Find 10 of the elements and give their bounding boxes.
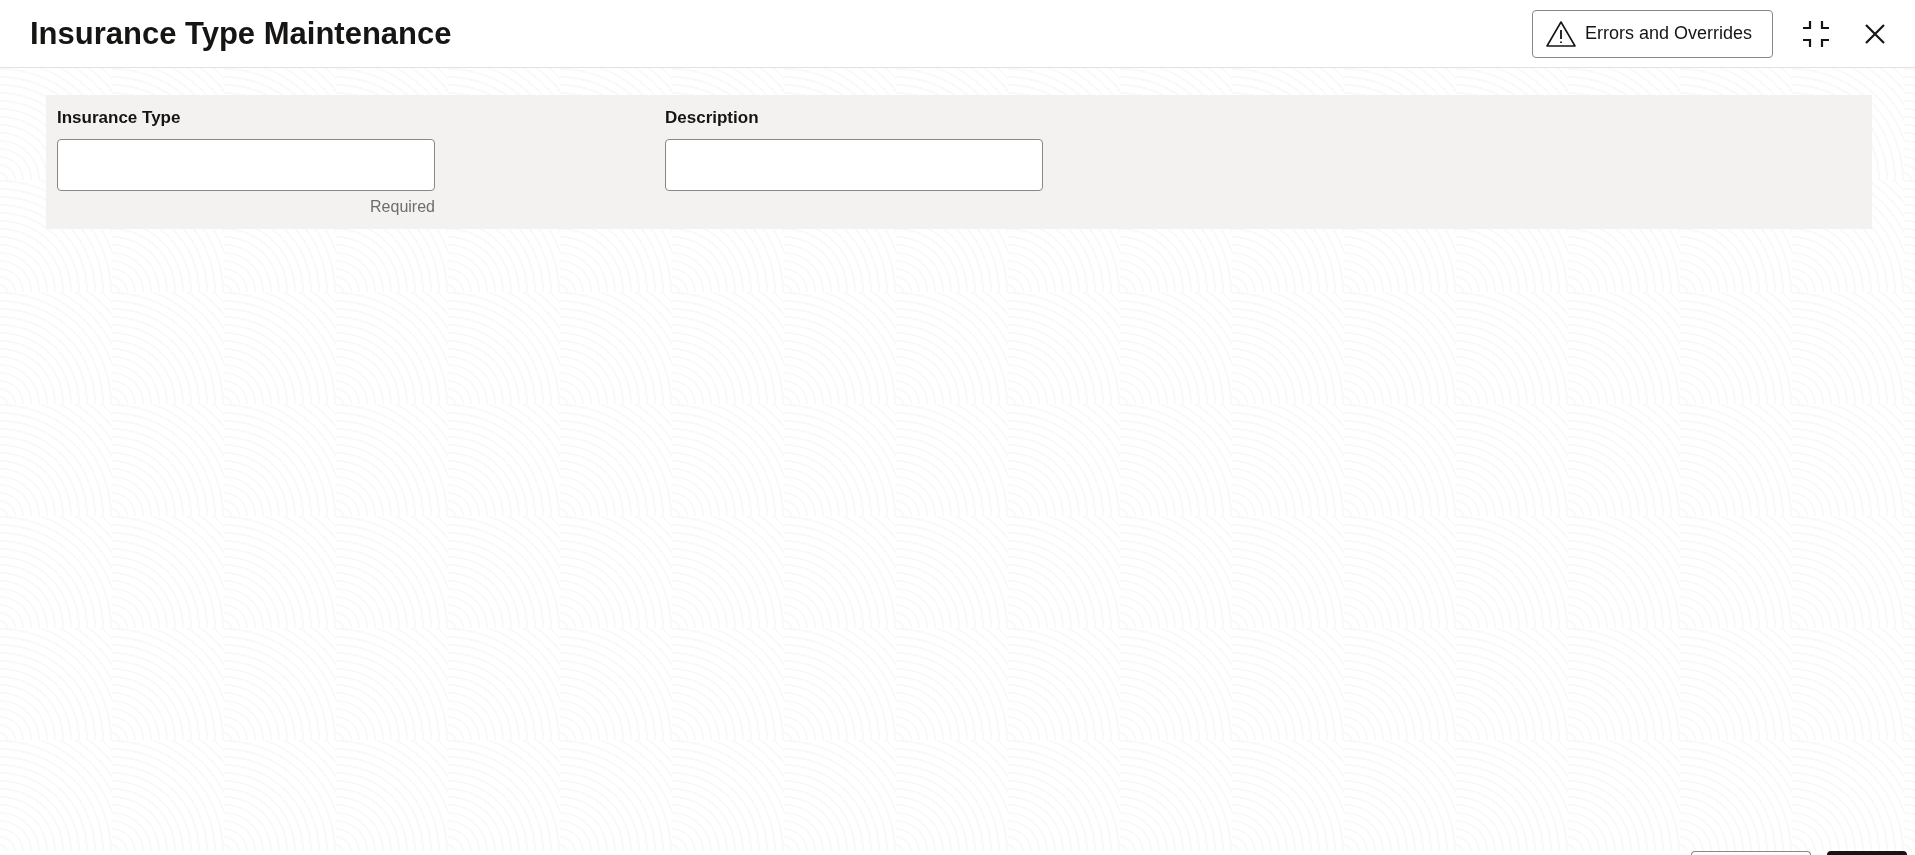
page-title: Insurance Type Maintenance (30, 14, 452, 53)
field-label: Description (665, 107, 760, 129)
secondary-button[interactable] (1691, 851, 1811, 855)
warning-icon (1544, 19, 1577, 48)
input-field[interactable] (57, 138, 435, 191)
input-field[interactable] (665, 138, 1043, 191)
required-hint: Required (369, 196, 435, 217)
primary-button[interactable] (1827, 851, 1907, 855)
field-label: Insurance Type (57, 107, 182, 129)
errors-and-overrides-button[interactable]: Errors and Overrides (1531, 9, 1773, 58)
